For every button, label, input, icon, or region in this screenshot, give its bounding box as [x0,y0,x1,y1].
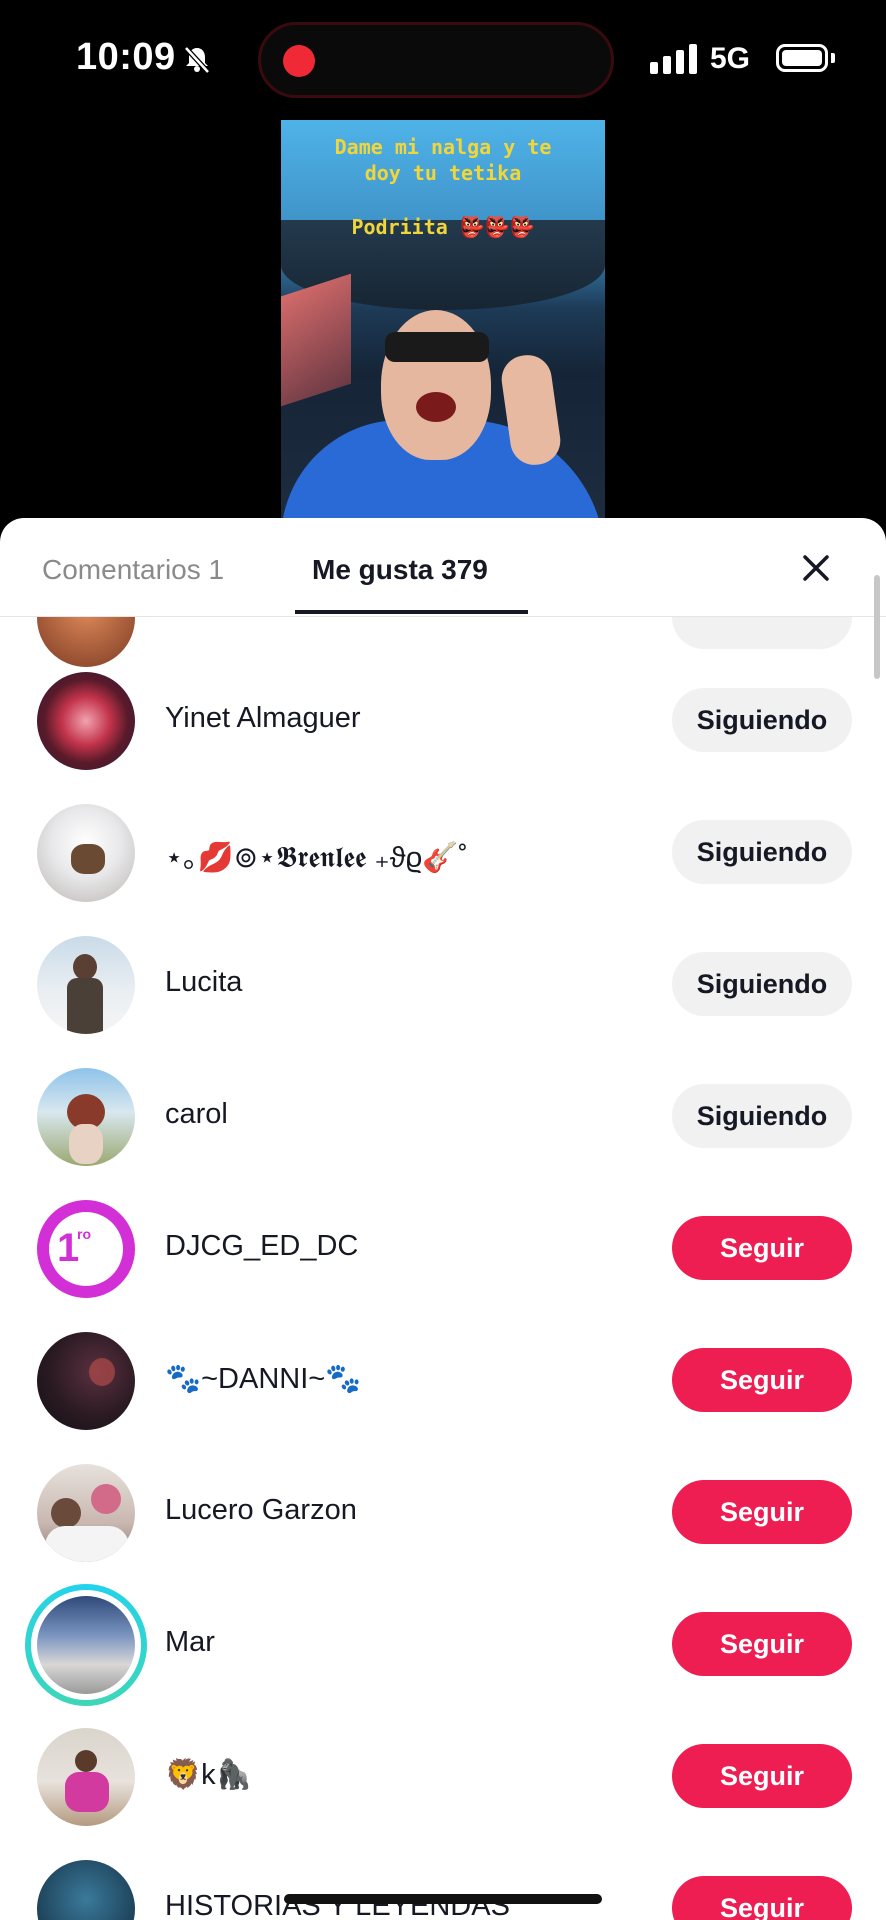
likes-sheet: Comentarios 1 Me gusta 379 Yinet Almague… [0,518,886,1920]
list-item[interactable]: 1 ro DJCG_ED_DC Seguir [0,1178,886,1310]
list-item[interactable]: Lucita Siguiendo [0,914,886,1046]
status-time: 10:09 [76,36,176,78]
follow-button[interactable]: Seguir [672,1612,852,1676]
list-item[interactable]: HISTORIAS Y LEYENDAS Seguir [0,1838,886,1920]
bell-muted-icon [182,44,212,79]
tab-bar: Comentarios 1 Me gusta 379 [0,518,886,617]
user-name[interactable]: 🦁k🦍 [165,1758,252,1792]
home-indicator[interactable] [284,1894,602,1904]
battery-icon [776,44,828,72]
avatar[interactable] [37,1596,135,1694]
follow-button[interactable]: Seguir [672,1876,852,1920]
video-thumbnail[interactable]: Dame mi nalga y te doy tu tetika Podriit… [281,120,605,540]
list-item[interactable]: 🦁k🦍 Seguir [0,1706,886,1838]
video-caption-line3: Podriita 👺👺👺 [351,215,535,239]
battery-nub [831,53,835,63]
list-item[interactable]: carol Siguiendo [0,1046,886,1178]
following-button[interactable]: Siguiendo [672,820,852,884]
video-caption-line2: doy tu tetika [364,161,522,185]
list-item[interactable]: 🐾~DANNI~🐾 Seguir [0,1310,886,1442]
signal-icon [650,44,697,74]
status-bar: 10:09 5G [0,0,886,120]
list-item[interactable]: Mar Seguir [0,1574,886,1706]
user-name[interactable]: Lucita [165,966,242,999]
avatar[interactable] [37,804,135,902]
dynamic-island [258,22,614,98]
network-label: 5G [710,42,751,75]
tab-comments[interactable]: Comentarios 1 [42,554,224,586]
active-tab-indicator [295,610,528,614]
avatar[interactable] [37,1860,135,1920]
user-name[interactable]: Yinet Almaguer [165,702,361,735]
follow-button[interactable]: Seguir [672,1744,852,1808]
follow-button[interactable]: Seguir [672,1216,852,1280]
close-icon[interactable] [796,548,836,588]
user-name[interactable]: Lucero Garzon [165,1494,357,1527]
scrollbar[interactable] [874,575,880,679]
following-button[interactable]: Siguiendo [672,1084,852,1148]
sunglasses [385,332,489,362]
avatar[interactable] [37,1068,135,1166]
list-item[interactable]: Yinet Almaguer Siguiendo [0,650,886,782]
avatar[interactable] [37,672,135,770]
follow-button[interactable]: Seguir [672,1348,852,1412]
tab-likes[interactable]: Me gusta 379 [312,554,488,586]
avatar[interactable]: 1 ro [37,1200,135,1298]
user-name[interactable]: DJCG_ED_DC [165,1230,358,1263]
recording-indicator-icon [283,45,315,77]
following-button[interactable]: Siguiendo [672,952,852,1016]
list-item[interactable]: ⋆｡💋⊚⋆𝕭𝖗𝖊𝖓𝖑𝖊𝖊 ₊ϑϱ🎸˚ Siguiendo [0,782,886,914]
follow-button[interactable]: Seguir [672,1480,852,1544]
user-name[interactable]: carol [165,1098,228,1131]
avatar[interactable] [37,1332,135,1430]
user-name[interactable]: Mar [165,1626,215,1659]
following-button[interactable] [672,617,852,649]
user-name[interactable]: ⋆｡💋⊚⋆𝕭𝖗𝖊𝖓𝖑𝖊𝖊 ₊ϑϱ🎸˚ [165,834,468,876]
avatar[interactable] [37,936,135,1034]
list-item[interactable]: Lucero Garzon Seguir [0,1442,886,1574]
avatar[interactable] [37,1464,135,1562]
avatar[interactable] [37,1728,135,1826]
video-caption-line1: Dame mi nalga y te [334,135,552,159]
likes-list[interactable]: Yinet Almaguer Siguiendo ⋆｡💋⊚⋆𝕭𝖗𝖊𝖓𝖑𝖊𝖊 ₊ϑ… [0,617,886,1920]
user-name[interactable]: 🐾~DANNI~🐾 [165,1362,361,1396]
following-button[interactable]: Siguiendo [672,688,852,752]
